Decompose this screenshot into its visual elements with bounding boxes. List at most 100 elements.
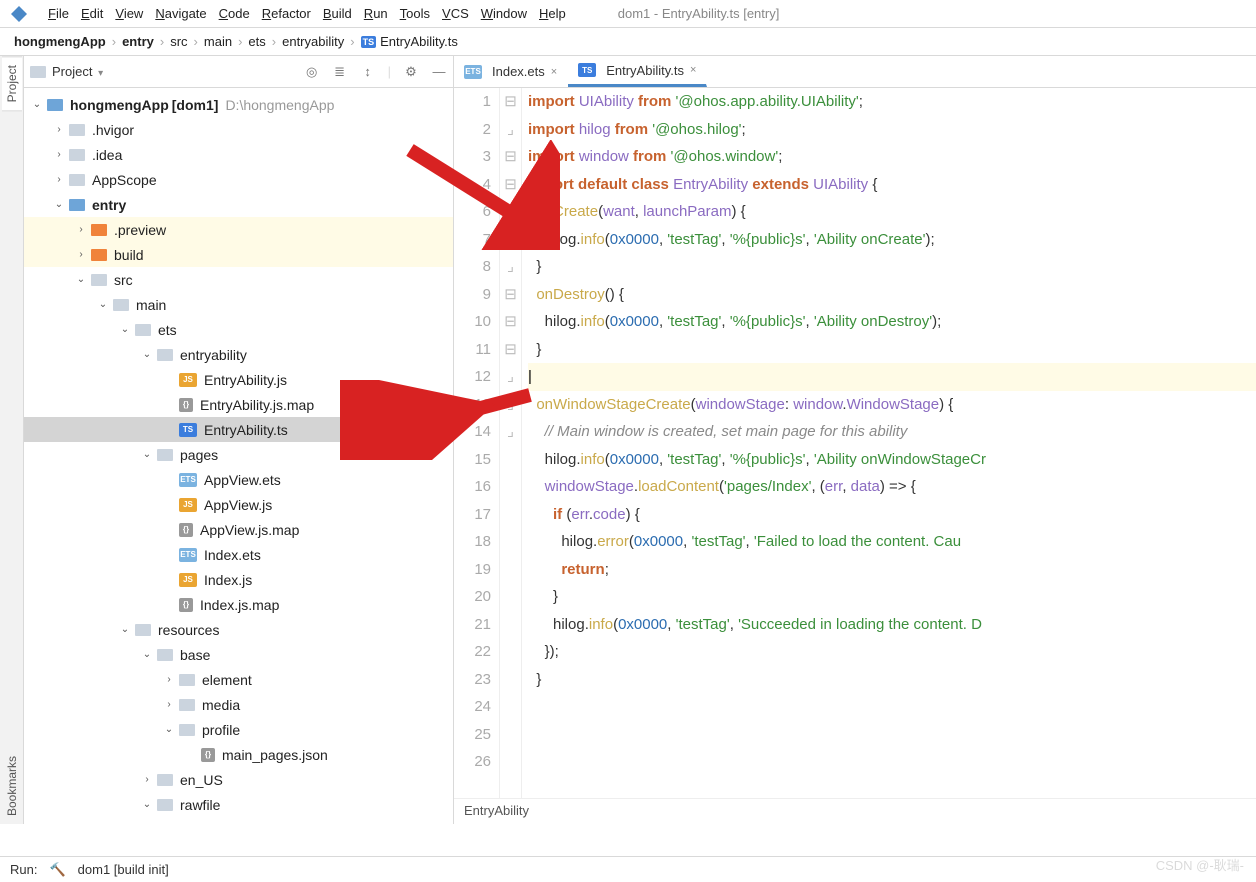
menu-build[interactable]: Build xyxy=(317,6,358,21)
tree-row[interactable]: {}main_pages.json xyxy=(24,742,453,767)
fold-gutter[interactable]: ⊟⌟⊟⊟⌟⊟⌟⊟⊟⊟⌟⌟⌟ xyxy=(500,88,522,798)
breadcrumb-item[interactable]: TSEntryAbility.ts xyxy=(357,34,462,49)
breadcrumb-item[interactable]: main xyxy=(200,34,236,49)
tree-arrow[interactable] xyxy=(140,649,154,660)
menu-code[interactable]: Code xyxy=(213,6,256,21)
tree-label: pages xyxy=(180,447,218,463)
folder-blue-icon xyxy=(69,199,85,211)
tree-row[interactable]: build xyxy=(24,242,453,267)
tree-arrow[interactable] xyxy=(162,674,176,685)
tree-arrow[interactable] xyxy=(74,249,88,260)
tree-row[interactable]: ETSIndex.ets xyxy=(24,542,453,567)
tree-arrow[interactable] xyxy=(140,774,154,785)
tree-row[interactable]: entryability xyxy=(24,342,453,367)
tree-row[interactable]: entry xyxy=(24,192,453,217)
folder-orange-icon xyxy=(91,224,107,236)
tree-arrow[interactable] xyxy=(74,224,88,235)
tree-row[interactable]: profile xyxy=(24,717,453,742)
tree-row[interactable]: ets xyxy=(24,317,453,342)
side-tab-bookmarks[interactable]: Bookmarks xyxy=(2,748,22,824)
folder-blue-icon xyxy=(47,99,63,111)
tree-arrow[interactable] xyxy=(52,199,66,210)
tree-arrow[interactable] xyxy=(30,99,44,110)
tree-arrow[interactable] xyxy=(74,274,88,285)
tree-row[interactable]: en_US xyxy=(24,767,453,792)
tree-arrow[interactable] xyxy=(140,349,154,360)
tree-row[interactable]: img.png xyxy=(24,817,453,824)
run-tool-bar[interactable]: Run: 🔨 dom1 [build init] xyxy=(0,856,1256,882)
breadcrumb-item[interactable]: entryability xyxy=(278,34,348,49)
tree-arrow[interactable] xyxy=(140,799,154,810)
menu-view[interactable]: View xyxy=(109,6,149,21)
tree-arrow[interactable] xyxy=(118,624,132,635)
tree-row[interactable]: pages xyxy=(24,442,453,467)
menu-window[interactable]: Window xyxy=(475,6,533,21)
menu-tools[interactable]: Tools xyxy=(394,6,436,21)
tree-row[interactable]: .hvigor xyxy=(24,117,453,142)
breadcrumb-item[interactable]: hongmengApp xyxy=(10,34,110,49)
gear-icon[interactable]: ⚙ xyxy=(403,64,419,80)
tree-arrow[interactable] xyxy=(52,174,66,185)
menu-help[interactable]: Help xyxy=(533,6,572,21)
tree-label: .preview xyxy=(114,222,166,238)
menu-refactor[interactable]: Refactor xyxy=(256,6,317,21)
tree-row[interactable]: media xyxy=(24,692,453,717)
tree-row[interactable]: element xyxy=(24,667,453,692)
breadcrumb-item[interactable]: ets xyxy=(244,34,269,49)
ets-icon: ETS xyxy=(464,65,482,79)
project-dropdown[interactable]: Project xyxy=(52,64,103,79)
close-icon[interactable]: × xyxy=(551,66,557,78)
menu-vcs[interactable]: VCS xyxy=(436,6,475,21)
tree-row[interactable]: JSIndex.js xyxy=(24,567,453,592)
tree-label: main_pages.json xyxy=(222,747,328,763)
tree-arrow[interactable] xyxy=(52,124,66,135)
tree-label: profile xyxy=(202,722,240,738)
collapse-icon[interactable]: ↕ xyxy=(360,64,376,80)
tree-row[interactable]: .idea xyxy=(24,142,453,167)
target-icon[interactable]: ◎ xyxy=(304,64,320,80)
folder-icon xyxy=(91,274,107,286)
tree-row[interactable]: {}Index.js.map xyxy=(24,592,453,617)
tree-row[interactable]: {}EntryAbility.js.map xyxy=(24,392,453,417)
tree-row[interactable]: JSEntryAbility.js xyxy=(24,367,453,392)
tree-row[interactable]: TSEntryAbility.ts xyxy=(24,417,453,442)
editor-tab[interactable]: TSEntryAbility.ts× xyxy=(568,56,707,87)
tree-arrow[interactable] xyxy=(162,699,176,710)
tree-label: Index.ets xyxy=(204,547,261,563)
tree-row[interactable]: base xyxy=(24,642,453,667)
tree-label: AppScope xyxy=(92,172,157,188)
minimize-icon[interactable]: — xyxy=(431,64,447,80)
tree-arrow[interactable] xyxy=(140,449,154,460)
js-icon: JS xyxy=(179,373,197,387)
tree-row[interactable]: JSAppView.js xyxy=(24,492,453,517)
menu-navigate[interactable]: Navigate xyxy=(149,6,212,21)
tree-row[interactable]: main xyxy=(24,292,453,317)
breadcrumb-item[interactable]: entry xyxy=(118,34,158,49)
side-tab-project[interactable]: Project xyxy=(2,56,22,111)
tree-row[interactable]: .preview xyxy=(24,217,453,242)
tree-arrow[interactable] xyxy=(52,149,66,160)
menu-edit[interactable]: Edit xyxy=(75,6,109,21)
menu-run[interactable]: Run xyxy=(358,6,394,21)
close-icon[interactable]: × xyxy=(690,64,696,76)
menu-file[interactable]: File xyxy=(42,6,75,21)
expand-icon[interactable]: ≣ xyxy=(332,64,348,80)
breadcrumb-item[interactable]: src xyxy=(166,34,191,49)
tree-row[interactable]: src xyxy=(24,267,453,292)
tree-row[interactable]: AppScope xyxy=(24,167,453,192)
tree-arrow[interactable] xyxy=(118,324,132,335)
code-content[interactable]: import UIAbility from '@ohos.app.ability… xyxy=(522,88,1256,798)
editor-tab[interactable]: ETSIndex.ets× xyxy=(454,56,568,87)
tree-row[interactable]: ETSAppView.ets xyxy=(24,467,453,492)
tree-row[interactable]: resources xyxy=(24,617,453,642)
breadcrumb: hongmengApp entry srcmainets entryability TS… xyxy=(0,28,1256,56)
tree-label: EntryAbility.js.map xyxy=(200,397,314,413)
tree-row[interactable]: hongmengApp [dom1] D:\hongmengApp xyxy=(24,92,453,117)
tree-arrow[interactable] xyxy=(96,299,110,310)
tree-row[interactable]: rawfile xyxy=(24,792,453,817)
tree-label: img.png xyxy=(179,822,229,825)
project-tree[interactable]: hongmengApp [dom1] D:\hongmengApp.hvigor… xyxy=(24,88,453,824)
tree-row[interactable]: {}AppView.js.map xyxy=(24,517,453,542)
tree-arrow[interactable] xyxy=(162,724,176,735)
folder-icon xyxy=(179,699,195,711)
